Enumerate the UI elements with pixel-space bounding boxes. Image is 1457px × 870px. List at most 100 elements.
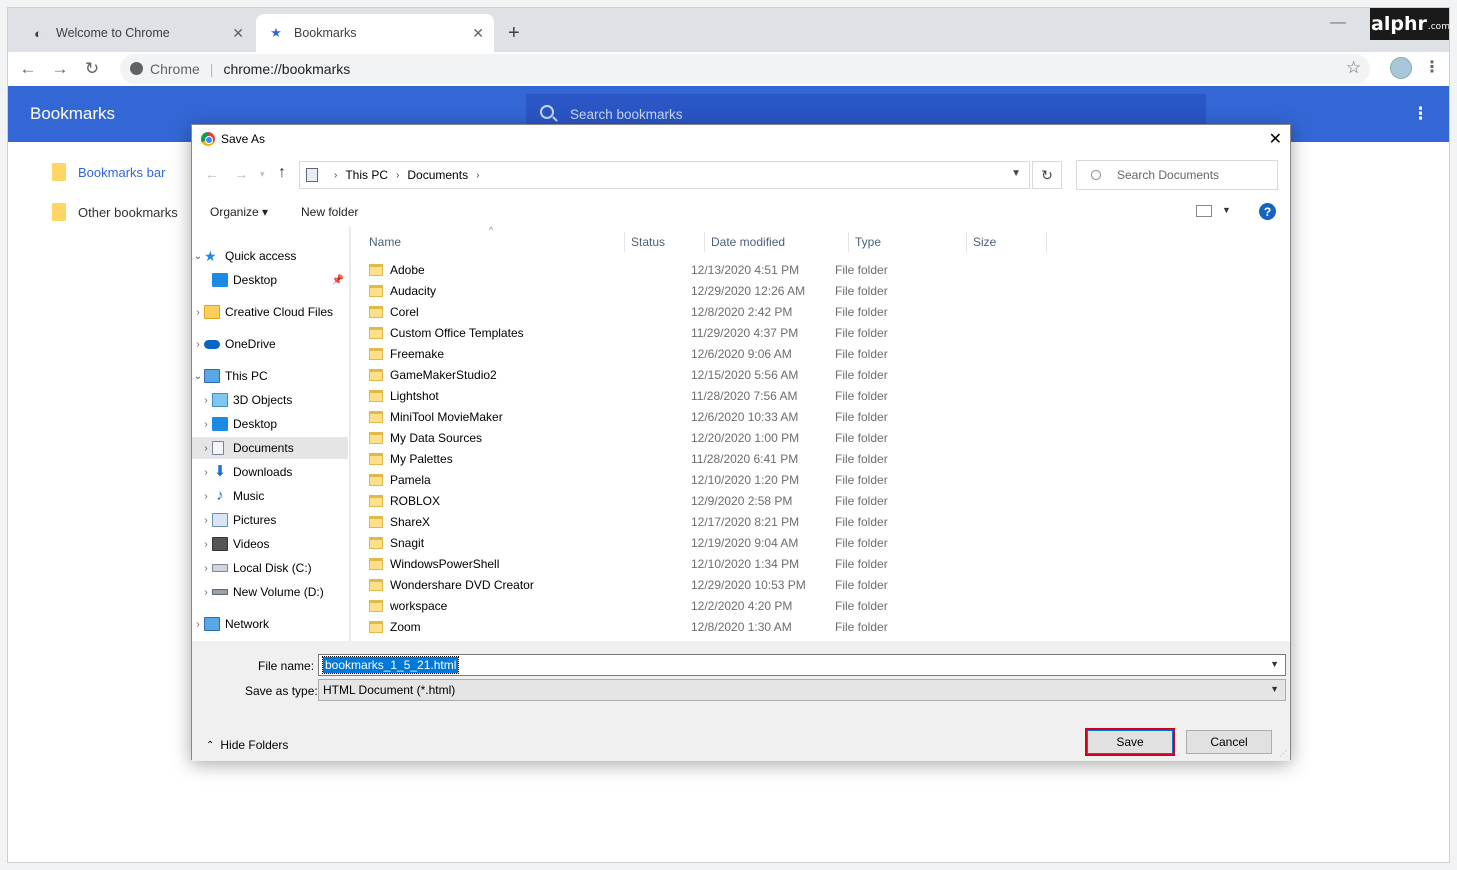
- globe-icon: ◐: [34, 25, 42, 41]
- chevron-right-icon[interactable]: ›: [200, 539, 212, 550]
- back-icon[interactable]: ←: [205, 166, 219, 182]
- nav-other-bookmarks[interactable]: Other bookmarks: [52, 203, 178, 221]
- list-item[interactable]: My Data Sources 12/20/2020 1:00 PM File fo…: [369, 427, 929, 448]
- save-as-type-select[interactable]: HTML Document (*.html) ▼: [318, 679, 1286, 701]
- command-bar: Organize ▾ New folder ▼ ?: [192, 195, 1290, 227]
- chevron-right-icon[interactable]: ›: [200, 563, 212, 574]
- chevron-right-icon[interactable]: ›: [200, 443, 212, 454]
- close-icon[interactable]: ✕: [1269, 129, 1282, 149]
- reload-icon[interactable]: ↻: [80, 57, 104, 81]
- chevron-right-icon[interactable]: ›: [200, 395, 212, 406]
- tree-item-this-pc[interactable]: ⌄ This PC: [192, 365, 348, 387]
- tree-item-local-disk[interactable]: › Local Disk (C:): [192, 557, 348, 579]
- column-date-modified[interactable]: Date modified: [705, 232, 849, 252]
- column-name[interactable]: Name: [363, 232, 625, 252]
- tree-item-creative-cloud[interactable]: › Creative Cloud Files: [192, 301, 348, 323]
- refresh-icon[interactable]: ↻: [1032, 161, 1062, 189]
- chevron-down-icon[interactable]: ▼: [1222, 205, 1231, 215]
- chevron-right-icon[interactable]: ›: [200, 467, 212, 478]
- breadcrumb-documents[interactable]: Documents: [407, 168, 468, 182]
- tree-item-downloads[interactable]: › ⬇ Downloads: [192, 461, 348, 483]
- new-folder-button[interactable]: New folder: [301, 205, 358, 219]
- avatar[interactable]: [1390, 57, 1412, 79]
- tree-item-desktop-pinned[interactable]: Desktop 📌: [192, 269, 348, 291]
- forward-icon[interactable]: →: [234, 166, 248, 182]
- chevron-down-icon[interactable]: ▼: [1011, 168, 1021, 179]
- column-size[interactable]: Size: [967, 232, 1047, 252]
- chevron-right-icon[interactable]: ›: [200, 419, 212, 430]
- tab-welcome[interactable]: ◐ Welcome to Chrome ✕: [18, 14, 254, 52]
- list-item[interactable]: Adobe 12/13/2020 4:51 PM File folder: [369, 259, 929, 280]
- list-item[interactable]: WindowsPowerShell 12/10/2020 1:34 PM File …: [369, 553, 929, 574]
- close-tab-icon[interactable]: ✕: [472, 25, 484, 42]
- list-item[interactable]: GameMakerStudio2 12/15/2020 5:56 AM File f…: [369, 364, 929, 385]
- resize-grip-icon[interactable]: ⋰: [1279, 749, 1287, 758]
- bookmark-star-icon[interactable]: ☆: [1346, 58, 1361, 78]
- chevron-right-icon[interactable]: ›: [200, 515, 212, 526]
- up-folder-icon[interactable]: ↑: [278, 164, 286, 182]
- more-options-icon[interactable]: ⋮: [1412, 104, 1429, 124]
- column-status[interactable]: Status: [625, 232, 705, 252]
- breadcrumb-this-pc[interactable]: This PC: [345, 168, 388, 182]
- chevron-right-icon[interactable]: ›: [200, 491, 212, 502]
- tree-item-quick-access[interactable]: ⌄ ★ Quick access: [192, 245, 348, 267]
- save-button[interactable]: Save: [1085, 728, 1175, 756]
- folder-icon: [369, 599, 383, 612]
- file-name-input[interactable]: bookmarks_1_5_21.html ▼: [318, 654, 1286, 676]
- chevron-down-icon[interactable]: ⌄: [192, 371, 204, 382]
- list-item[interactable]: workspace 12/2/2020 4:20 PM File folder: [369, 595, 929, 616]
- tree-item-new-volume[interactable]: › New Volume (D:): [192, 581, 348, 603]
- list-item[interactable]: Pamela 12/10/2020 1:20 PM File folder: [369, 469, 929, 490]
- hide-folders-button[interactable]: ⌃ Hide Folders: [206, 738, 288, 752]
- list-item[interactable]: Custom Office Templates 11/29/2020 4:37 P…: [369, 322, 929, 343]
- list-item[interactable]: Audacity 12/29/2020 12:26 AM File folder: [369, 280, 929, 301]
- list-item[interactable]: ROBLOX 12/9/2020 2:58 PM File folder: [369, 490, 929, 511]
- address-breadcrumb[interactable]: › This PC › Documents › ▼: [299, 161, 1030, 189]
- forward-icon[interactable]: →: [48, 57, 72, 81]
- view-options-icon[interactable]: [1196, 205, 1212, 217]
- column-type[interactable]: Type: [849, 232, 967, 252]
- recent-dropdown-icon[interactable]: ▾: [260, 169, 265, 180]
- list-item[interactable]: Wondershare DVD Creator 12/29/2020 10:53 …: [369, 574, 929, 595]
- list-item[interactable]: Freemake 12/6/2020 9:06 AM File folder: [369, 343, 929, 364]
- chevron-right-icon[interactable]: ›: [200, 587, 212, 598]
- tree-item-network[interactable]: › Network: [192, 613, 348, 635]
- tree-item-documents[interactable]: › Documents: [192, 437, 348, 459]
- tab-label: Welcome to Chrome: [56, 26, 170, 40]
- new-tab-icon[interactable]: +: [508, 22, 520, 45]
- minimize-icon[interactable]: —: [1330, 14, 1346, 31]
- tree-item-videos[interactable]: › Videos: [192, 533, 348, 555]
- chevron-right-icon[interactable]: ›: [192, 307, 204, 318]
- tree-item-music[interactable]: › ♪ Music: [192, 485, 348, 507]
- chevron-right-icon[interactable]: ›: [192, 619, 204, 630]
- drive-icon: [212, 564, 228, 572]
- file-date: 12/9/2020 2:58 PM: [691, 493, 793, 508]
- tree-item-pictures[interactable]: › Pictures: [192, 509, 348, 531]
- chevron-down-icon[interactable]: ▼: [1270, 684, 1279, 694]
- close-tab-icon[interactable]: ✕: [232, 25, 244, 42]
- search-documents-input[interactable]: Search Documents: [1076, 160, 1278, 190]
- list-item[interactable]: Zoom 12/8/2020 1:30 AM File folder: [369, 616, 929, 637]
- tab-bookmarks[interactable]: ★ Bookmarks ✕: [256, 14, 494, 52]
- cancel-button[interactable]: Cancel: [1186, 730, 1272, 754]
- list-item[interactable]: ShareX 12/17/2020 8:21 PM File folder: [369, 511, 929, 532]
- file-date: 12/10/2020 1:20 PM: [691, 472, 800, 487]
- organize-button[interactable]: Organize ▾: [210, 205, 268, 219]
- back-icon[interactable]: ←: [16, 57, 40, 81]
- help-icon[interactable]: ?: [1259, 203, 1276, 220]
- list-item[interactable]: My Palettes 11/28/2020 6:41 PM File folder: [369, 448, 929, 469]
- list-item[interactable]: MiniTool MovieMaker 12/6/2020 10:33 AM Fil…: [369, 406, 929, 427]
- tree-item-3d-objects[interactable]: › 3D Objects: [192, 389, 348, 411]
- menu-icon[interactable]: ⋮: [1424, 57, 1440, 77]
- chevron-down-icon[interactable]: ⌄: [192, 251, 204, 262]
- chevron-right-icon[interactable]: ›: [192, 339, 204, 350]
- tree-item-onedrive[interactable]: › OneDrive: [192, 333, 348, 355]
- list-item[interactable]: Corel 12/8/2020 2:42 PM File folder: [369, 301, 929, 322]
- file-type: File folder: [835, 493, 888, 508]
- tree-item-desktop[interactable]: › Desktop: [192, 413, 348, 435]
- nav-bookmarks-bar[interactable]: Bookmarks bar: [52, 163, 165, 181]
- address-bar[interactable]: Chrome | chrome://bookmarks: [120, 54, 1370, 84]
- list-item[interactable]: Lightshot 11/28/2020 7:56 AM File folder: [369, 385, 929, 406]
- chevron-down-icon[interactable]: ▼: [1270, 659, 1279, 669]
- list-item[interactable]: Snagit 12/19/2020 9:04 AM File folder: [369, 532, 929, 553]
